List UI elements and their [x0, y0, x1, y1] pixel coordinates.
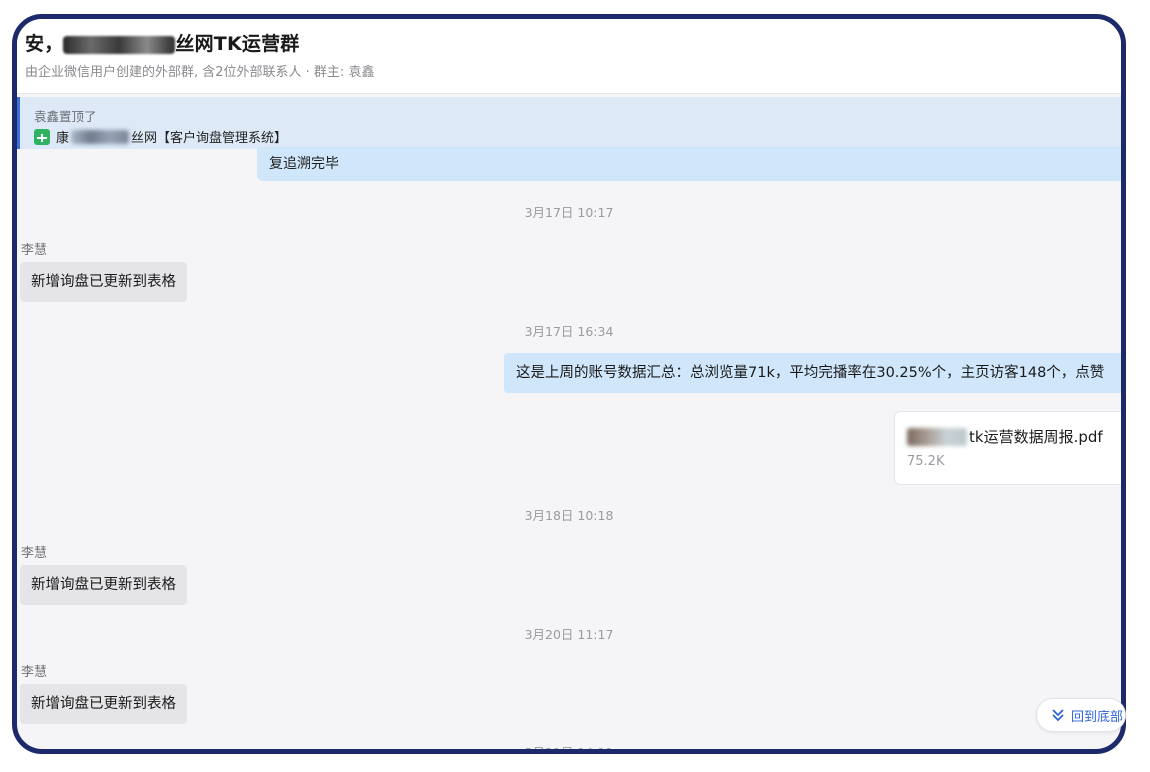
file-attachment-card[interactable]: tk运营数据周报.pdf 75.2K — [894, 411, 1121, 485]
file-name-text: tk运营数据周报.pdf — [969, 428, 1103, 446]
message-sender[interactable]: 李慧 — [21, 239, 47, 258]
redacted-text — [907, 427, 967, 446]
redacted-text — [71, 129, 130, 144]
spreadsheet-icon — [34, 128, 50, 145]
group-title-prefix: 安， — [25, 33, 64, 55]
chat-header: 安， 丝网TK运营群 由企业微信用户创建的外部群, 含2位外部联系人 · 群主: … — [17, 19, 1121, 94]
message-text: 复追溯完毕 — [269, 156, 339, 172]
redacted-text — [63, 35, 176, 54]
message-bubble-incoming[interactable]: 新增询盘已更新到表格 — [20, 684, 187, 724]
pinned-doc-title: 丝网【客户询盘管理系统】 — [131, 131, 288, 146]
pinned-document-link[interactable]: 康 丝网【客户询盘管理系统】 — [34, 127, 287, 146]
group-title-suffix: 丝网TK运营群 — [175, 33, 300, 55]
message-timestamp: 3月20日 11:17 — [524, 627, 614, 642]
double-chevron-down-icon — [1052, 709, 1064, 722]
pinned-message-bar[interactable]: 袁鑫置顶了 康 丝网【客户询盘管理系统】 — [17, 97, 1121, 149]
message-timestamp: 3月17日 16:34 — [524, 324, 614, 339]
message-bubble-incoming[interactable]: 新增询盘已更新到表格 — [20, 262, 187, 302]
message-bubble-incoming[interactable]: 新增询盘已更新到表格 — [20, 565, 187, 605]
message-bubble-outgoing[interactable]: 这是上周的账号数据汇总：总浏览量71k，平均完播率在30.25%个，主页访客14… — [504, 353, 1121, 393]
message-timestamp: 3月18日 10:18 — [524, 508, 614, 523]
message-timestamp: 3月21日 14:11 — [524, 745, 614, 754]
group-title[interactable]: 安， 丝网TK运营群 — [25, 29, 300, 56]
message-sender[interactable]: 李慧 — [21, 661, 47, 680]
chat-window: 安， 丝网TK运营群 由企业微信用户创建的外部群, 含2位外部联系人 · 群主: … — [12, 14, 1126, 754]
group-subtitle: 由企业微信用户创建的外部群, 含2位外部联系人 · 群主: 袁鑫 — [25, 65, 375, 80]
scroll-to-bottom-label: 回到底部 — [1071, 709, 1124, 725]
message-sender[interactable]: 李慧 — [21, 542, 47, 561]
pinned-label: 袁鑫置顶了 — [34, 109, 97, 124]
pinned-doc-prefix: 康 — [56, 131, 70, 146]
scroll-to-bottom-button[interactable]: 回到底部 — [1036, 698, 1126, 732]
file-size: 75.2K — [907, 454, 945, 469]
message-bubble-outgoing[interactable]: 复追溯完毕 — [257, 147, 1121, 181]
file-name: tk运营数据周报.pdf — [907, 426, 1103, 447]
message-timestamp: 3月17日 10:17 — [524, 205, 614, 220]
